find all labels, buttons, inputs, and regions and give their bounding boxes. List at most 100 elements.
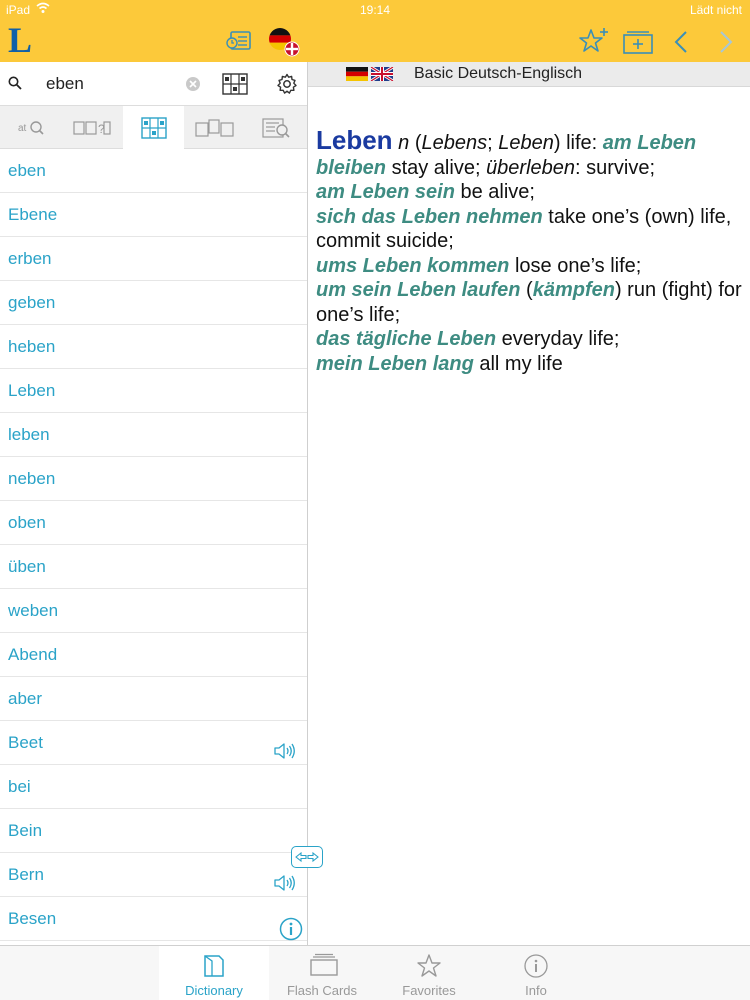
word-list-item-label: üben: [8, 557, 46, 576]
word-list-item[interactable]: eben: [0, 149, 307, 193]
word-list-item[interactable]: Besen: [0, 897, 307, 941]
word-list-item[interactable]: Bern: [0, 853, 307, 897]
entry-part-of-speech: n: [398, 132, 410, 154]
tab-info[interactable]: Info: [481, 946, 591, 1000]
tab-fuzzy-search[interactable]: [123, 106, 184, 149]
entry-forms-open: (: [409, 132, 422, 154]
status-time: 19:14: [359, 3, 391, 17]
word-list-item[interactable]: aber: [0, 677, 307, 721]
info-icon: [523, 953, 549, 982]
entry-genitive: Lebens: [421, 132, 488, 154]
settings-gear-icon[interactable]: [276, 73, 298, 100]
entry-headword: Leben: [316, 125, 393, 155]
langenscheidt-logo: L: [8, 20, 33, 60]
example-phrase[interactable]: mein Leben lang: [316, 353, 474, 375]
book-icon: [201, 953, 227, 982]
translation-text: : survive;: [575, 156, 656, 179]
add-favorite-icon[interactable]: [578, 27, 610, 60]
flashcards-icon: [309, 953, 339, 980]
entry-example: ums Leben kommen lose one’s life;: [316, 255, 641, 277]
tab-label: Favorites: [402, 983, 456, 998]
example-phrase[interactable]: um sein Leben laufen: [316, 279, 520, 301]
example-phrase[interactable]: sich das Leben nehmen: [316, 206, 543, 228]
dictionary-entry: Leben n (Lebens; Leben) life: am Leben b…: [316, 125, 744, 376]
word-list-item[interactable]: geben: [0, 281, 307, 325]
entry-plural: Leben: [498, 132, 554, 154]
add-flashcard-icon[interactable]: [622, 29, 654, 60]
language-switch-icon[interactable]: [268, 26, 300, 63]
top-toolbar: iPad 19:14 Lädt nicht L: [0, 0, 750, 62]
word-list-item-label: bei: [8, 777, 31, 796]
dictionary-header: Basic Deutsch-Englisch: [308, 62, 750, 87]
word-list-item-label: Besen: [8, 909, 57, 928]
tab-text-search[interactable]: at: [0, 106, 61, 149]
tab-label: Flash Cards: [286, 983, 358, 998]
word-list-item-label: geben: [8, 293, 56, 312]
battery-status: Lädt nicht: [689, 3, 742, 17]
word-list-item[interactable]: Beet: [0, 721, 307, 765]
word-list-item[interactable]: erben: [0, 237, 307, 281]
entry-example: das tägliche Leben everyday life;: [316, 328, 619, 350]
example-phrase[interactable]: das tägliche Leben: [316, 328, 496, 350]
word-list-item[interactable]: Leben: [0, 369, 307, 413]
forward-chevron-icon[interactable]: [718, 30, 734, 59]
svg-text:at: at: [18, 123, 27, 134]
word-list-item-label: eben: [8, 161, 46, 180]
tab-fulltext-search[interactable]: [245, 106, 306, 149]
entry-example: mein Leben lang all my life: [316, 353, 563, 375]
word-list-item[interactable]: üben: [0, 545, 307, 589]
word-list-item-label: Beet: [8, 733, 43, 752]
bottom-tab-bar: Dictionary Flash Cards Favorites Info: [0, 945, 750, 1000]
dictionary-name: Basic Deutsch-Englisch: [414, 65, 583, 82]
word-list-item[interactable]: Ebene: [0, 193, 307, 237]
entry-panel: Basic Deutsch-Englisch Leben n (Lebens; …: [308, 62, 750, 945]
search-mode-icon[interactable]: [221, 72, 249, 101]
clear-search-icon[interactable]: [185, 76, 201, 97]
tab-dictionary[interactable]: Dictionary: [159, 946, 269, 1000]
word-list-item[interactable]: Abend: [0, 633, 307, 677]
word-list-item[interactable]: oben: [0, 501, 307, 545]
alternative-word: überleben: [486, 156, 576, 179]
word-list-item-label: Bern: [8, 865, 44, 884]
word-list-item-label: neben: [8, 469, 56, 488]
tab-label: Dictionary: [185, 983, 243, 998]
app-window: iPad 19:14 Lädt nicht L eben at ? eben E…: [0, 0, 750, 1000]
word-list-item-label: erben: [8, 249, 52, 268]
translation-text: all my life: [473, 352, 563, 375]
word-list-item[interactable]: neben: [0, 457, 307, 501]
tab-flash-cards[interactable]: Flash Cards: [267, 946, 377, 1000]
word-list-item-label: weben: [8, 601, 59, 620]
translation-text: stay alive;: [386, 156, 487, 179]
word-list-panel: at ? eben Ebene erben geben heben Leben leben n…: [0, 62, 308, 945]
entry-example: am Leben sein be alive;: [316, 181, 535, 203]
entry-forms-close: ) life:: [553, 132, 603, 154]
word-list-item-label: Ebene: [8, 205, 58, 224]
example-phrase[interactable]: am Leben sein: [316, 181, 455, 203]
entry-example: um sein Leben laufen (kämpfen) run (figh…: [316, 279, 742, 326]
word-list-item[interactable]: leben: [0, 413, 307, 457]
word-list-item-label: oben: [8, 513, 46, 532]
info-circle-icon[interactable]: [279, 917, 303, 946]
word-list-item[interactable]: bei: [0, 765, 307, 809]
search-mode-tabs: at ?: [0, 106, 307, 149]
translation-text: (: [520, 279, 533, 301]
search-input[interactable]: [46, 70, 176, 98]
entry-example: sich das Leben nehmen take one’s (own) l…: [316, 206, 731, 253]
example-phrase[interactable]: kämpfen: [533, 279, 615, 301]
word-list-item-label: aber: [8, 689, 43, 708]
word-list-item-label: leben: [8, 425, 50, 444]
language-flags-icon: [346, 65, 394, 86]
example-phrase[interactable]: ums Leben kommen: [316, 255, 509, 277]
tab-anagram-search[interactable]: [184, 106, 245, 149]
word-list-item-label: heben: [8, 337, 56, 356]
word-list-item[interactable]: weben: [0, 589, 307, 633]
word-list-item[interactable]: Bein: [0, 809, 307, 853]
tab-favorites[interactable]: Favorites: [374, 946, 484, 1000]
tab-wildcard-search[interactable]: ?: [61, 106, 122, 149]
word-list-item-label: Leben: [8, 381, 56, 400]
entry-forms-sep: ;: [487, 132, 499, 154]
star-icon: [416, 953, 442, 982]
history-icon[interactable]: [226, 30, 252, 57]
back-chevron-icon[interactable]: [673, 30, 689, 59]
word-list-item[interactable]: heben: [0, 325, 307, 369]
